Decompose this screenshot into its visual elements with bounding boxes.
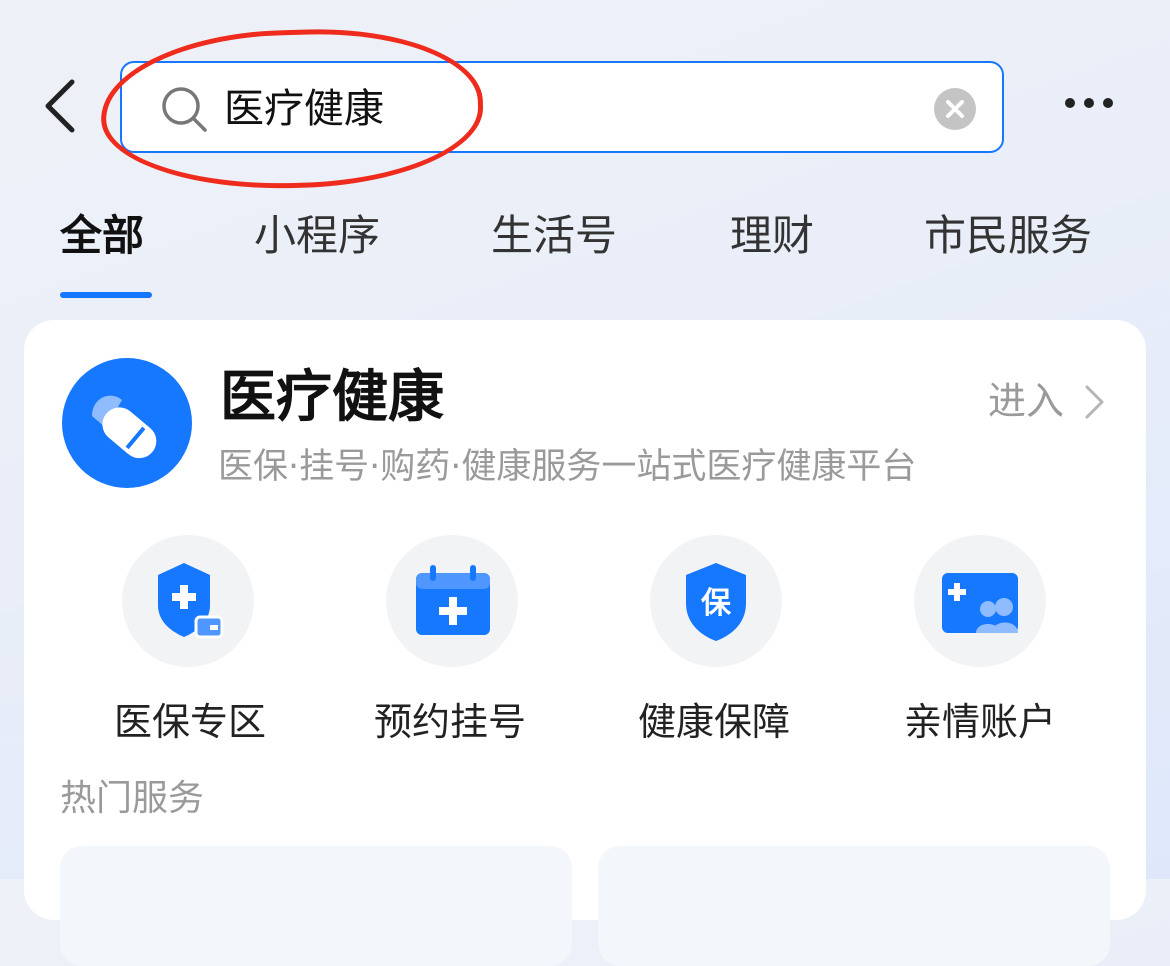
service-label: 医保专区 bbox=[114, 700, 267, 744]
service-icon-background bbox=[914, 535, 1046, 667]
family-account-icon bbox=[942, 573, 1018, 633]
service-icon-background: 保 bbox=[650, 535, 782, 667]
service-label: 亲情账户 bbox=[904, 700, 1057, 744]
active-tab-indicator bbox=[60, 292, 152, 298]
service-subtitle: 医保·挂号·购药·健康服务一站式医疗健康平台 bbox=[218, 447, 917, 487]
svg-text:保: 保 bbox=[701, 586, 732, 621]
tab-citizen-services[interactable]: 市民服务 bbox=[924, 208, 1092, 264]
enter-link[interactable]: 进入 bbox=[988, 376, 1064, 426]
service-title[interactable]: 医疗健康 bbox=[220, 364, 444, 432]
tab-life-accounts[interactable]: 生活号 bbox=[491, 208, 617, 264]
chevron-right-icon[interactable] bbox=[1084, 384, 1106, 420]
more-icon[interactable] bbox=[1064, 93, 1114, 113]
hot-service-tile[interactable] bbox=[598, 846, 1110, 966]
service-icon-background bbox=[122, 535, 254, 667]
back-icon[interactable] bbox=[40, 78, 80, 134]
service-label: 预约挂号 bbox=[374, 700, 527, 744]
medical-insurance-icon bbox=[158, 563, 224, 639]
tab-mini-programs[interactable]: 小程序 bbox=[254, 208, 380, 264]
clear-icon[interactable] bbox=[934, 88, 976, 130]
hot-services-heading: 热门服务 bbox=[60, 778, 205, 819]
service-card: 医疗健康 医保·挂号·购药·健康服务一站式医疗健康平台 进入 医保专区 预约挂号… bbox=[24, 320, 1146, 966]
service-icon-background bbox=[386, 535, 518, 667]
service-label: 健康保障 bbox=[638, 700, 791, 744]
tab-all[interactable]: 全部 bbox=[60, 208, 144, 264]
hot-service-tile[interactable] bbox=[60, 846, 572, 966]
medical-health-logo[interactable] bbox=[62, 358, 192, 488]
tab-finance[interactable]: 理财 bbox=[730, 208, 814, 264]
annotation-circle bbox=[98, 25, 486, 193]
calendar-plus-icon bbox=[416, 565, 490, 635]
shield-bao-icon: 保 bbox=[686, 563, 746, 641]
